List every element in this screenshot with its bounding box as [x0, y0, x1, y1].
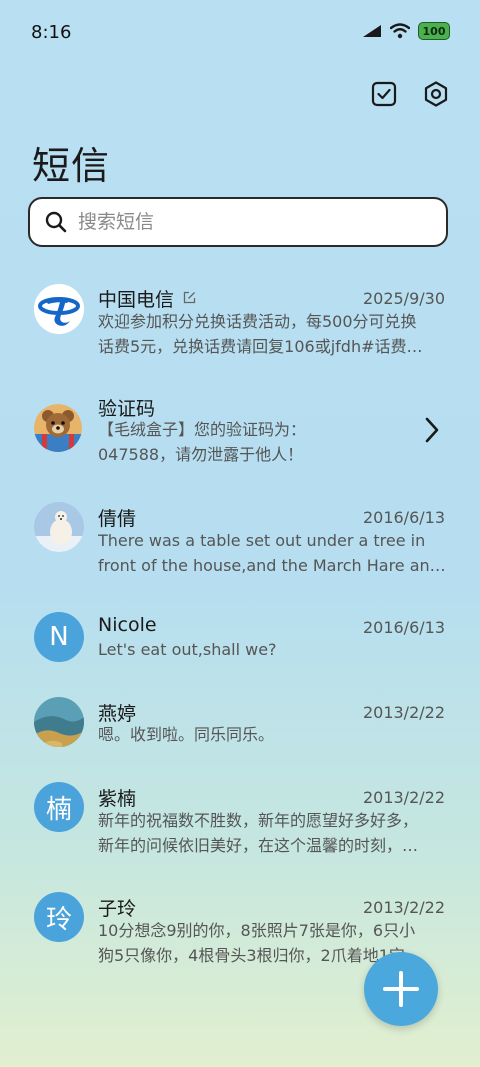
avatar-letter: 玲	[45, 904, 72, 935]
message-date: 2025/9/30	[362, 289, 445, 308]
contact-name: 验证码	[98, 398, 156, 420]
status-time: 8:16	[31, 22, 72, 43]
edit-note-icon	[183, 291, 196, 304]
status-icons: 100	[362, 22, 450, 40]
page-title: 短信	[32, 144, 111, 188]
plus-icon	[383, 971, 419, 1007]
settings-button[interactable]	[420, 78, 452, 110]
avatar	[34, 404, 82, 452]
avatar: 楠	[34, 782, 84, 832]
conversation-item[interactable]: 中国电信 2025/9/30 欢迎参加积分兑换话费活动，每500分可兑换 话费5…	[0, 280, 480, 380]
select-checkbox-icon	[371, 81, 397, 107]
contact-name: 倩倩	[98, 508, 137, 530]
contact-name: 紫楠	[98, 788, 137, 810]
avatar	[34, 502, 84, 552]
landscape-avatar-icon	[34, 697, 84, 747]
message-preview: 【毛绒盒子】您的验证码为： 047588，请勿泄露于他人！	[98, 420, 307, 464]
avatar	[34, 697, 84, 747]
avatar	[34, 284, 84, 334]
message-date: 2016/6/13	[362, 618, 445, 637]
battery-level: 100	[422, 24, 446, 38]
header-actions	[368, 78, 452, 110]
conversation-item[interactable]: 燕婷 2013/2/22 嗯。收到啦。同乐同乐。	[0, 695, 480, 765]
avatar-letter: N	[49, 622, 69, 652]
settings-gear-icon	[424, 81, 448, 107]
new-message-button[interactable]	[364, 952, 438, 1026]
search-bar[interactable]	[28, 197, 448, 247]
message-date: 2013/2/22	[362, 703, 445, 722]
message-date: 2013/2/22	[362, 788, 445, 807]
cell-signal-icon	[363, 25, 381, 37]
conversation-item[interactable]: N Nicole 2016/6/13 Let's eat out,shall w…	[0, 610, 480, 680]
battery-icon: 100	[418, 22, 450, 40]
wifi-icon	[390, 23, 410, 39]
avatar: 玲	[34, 892, 84, 942]
message-preview: There was a table set out under a tree i…	[98, 531, 446, 575]
message-preview: 欢迎参加积分兑换话费活动，每500分可兑换 话费5元，兑换话费请回复106或jf…	[98, 312, 423, 356]
contact-name: Nicole	[98, 614, 157, 636]
contact-name: 燕婷	[98, 703, 137, 725]
message-preview: 嗯。收到啦。同乐同乐。	[98, 725, 275, 744]
message-date: 2013/2/22	[362, 898, 445, 917]
conversation-item[interactable]: 验证码 【毛绒盒子】您的验证码为： 047588，请勿泄露于他人！	[0, 390, 480, 490]
search-icon	[45, 211, 67, 233]
search-input[interactable]	[76, 210, 420, 234]
avatar: N	[34, 612, 84, 662]
status-bar: 8:16 100	[0, 0, 480, 60]
select-mode-button[interactable]	[368, 78, 400, 110]
message-date: 2016/6/13	[362, 508, 445, 527]
contact-name: 子玲	[98, 898, 137, 920]
polar-bear-avatar-icon	[34, 502, 84, 552]
teddy-bear-avatar-icon	[34, 404, 82, 452]
conversation-item[interactable]: 楠 紫楠 2013/2/22 新年的祝福数不胜数，新年的愿望好多好多， 新年的问…	[0, 780, 480, 880]
china-telecom-logo-icon	[34, 284, 84, 334]
contact-name: 中国电信	[98, 289, 175, 311]
conversation-item[interactable]: 倩倩 2016/6/13 There was a table set out u…	[0, 500, 480, 600]
message-preview: Let's eat out,shall we?	[98, 640, 277, 659]
message-preview: 新年的祝福数不胜数，新年的愿望好多好多， 新年的问候依旧美好，在这个温馨的时刻，…	[98, 811, 419, 855]
avatar-letter: 楠	[45, 794, 72, 825]
chevron-right-icon	[425, 417, 439, 443]
